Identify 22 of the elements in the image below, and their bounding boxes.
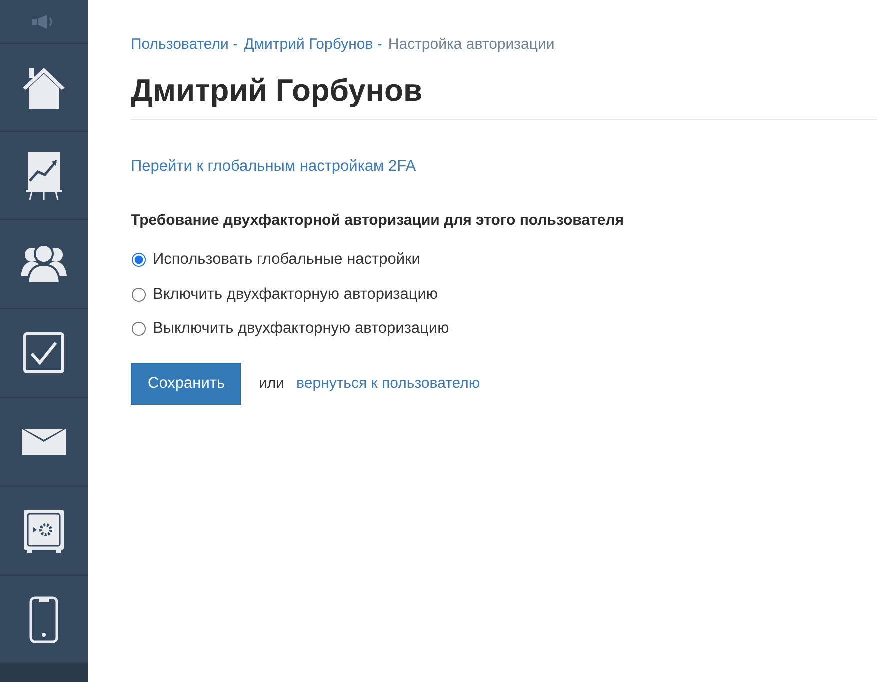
radio-button[interactable]: [132, 322, 146, 336]
breadcrumb-current: Настройка авторизации: [388, 36, 555, 53]
safe-icon[interactable]: [23, 509, 65, 553]
radio-button[interactable]: [132, 288, 146, 302]
option-label: Использовать глобальные настройки: [153, 251, 420, 270]
users-icon[interactable]: [21, 244, 67, 284]
home-icon[interactable]: [21, 66, 67, 110]
global-settings-link[interactable]: Перейти к глобальным настройкам 2FA: [131, 158, 416, 176]
breadcrumb-link[interactable]: Пользователи -: [131, 36, 238, 53]
chart-icon[interactable]: [26, 150, 62, 200]
checkbox-icon[interactable]: [23, 332, 65, 374]
or-text: или: [259, 375, 285, 392]
option-label: Выключить двухфакторную авторизацию: [153, 320, 450, 338]
radio-button[interactable]: [132, 253, 146, 268]
breadcrumb-link[interactable]: Дмитрий Горбунов -: [244, 36, 382, 53]
save-button[interactable]: Сохранить: [131, 362, 242, 404]
option-label: Включить двухфакторную авторизацию: [153, 286, 438, 304]
mail-icon[interactable]: [22, 429, 66, 455]
phone-icon[interactable]: [29, 596, 59, 644]
section-title: Требование двухфакторной авторизации для этого пользователя: [131, 212, 626, 229]
page-title: Дмитрий Горбунов: [131, 73, 877, 120]
back-link[interactable]: вернуться к пользователю: [296, 375, 480, 392]
